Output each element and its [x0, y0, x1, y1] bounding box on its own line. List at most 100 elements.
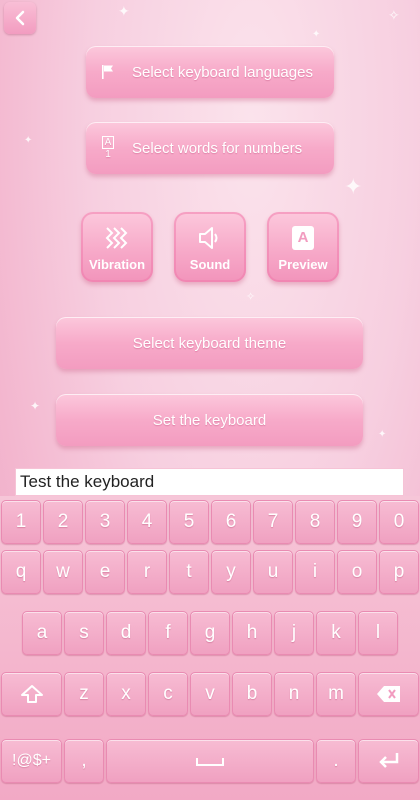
key-s[interactable]: s [64, 611, 104, 655]
key-d-label: d [120, 622, 132, 643]
space-key[interactable] [106, 739, 314, 783]
key-7[interactable]: 7 [253, 500, 293, 544]
key-u[interactable]: u [253, 550, 293, 594]
key-p[interactable]: p [379, 550, 419, 594]
key-a-label: a [36, 622, 48, 643]
key-8[interactable]: 8 [295, 500, 335, 544]
key-i[interactable]: i [295, 550, 335, 594]
key-b-label: b [246, 683, 258, 704]
key-m-label: m [328, 683, 344, 704]
key-6[interactable]: 6 [211, 500, 251, 544]
key-5[interactable]: 5 [169, 500, 209, 544]
key-x-label: x [121, 683, 131, 704]
preview-button[interactable]: A Preview [267, 212, 339, 282]
keyboard: 1 2 3 4 5 6 7 8 9 0 q w e r t y u i o p a s d f g h j k l z x c v b n m !@$+… [0, 496, 420, 800]
key-k-label: k [331, 622, 341, 643]
speaker-icon [196, 223, 224, 253]
sparkle-decoration: ✦ [312, 29, 321, 40]
key-t[interactable]: t [169, 550, 209, 594]
key-y-label: y [226, 561, 236, 582]
key-t-label: t [186, 561, 192, 582]
select-languages-button[interactable]: Select keyboard languages [86, 46, 334, 98]
key-x[interactable]: x [106, 672, 146, 716]
key-n[interactable]: n [274, 672, 314, 716]
key-z[interactable]: z [64, 672, 104, 716]
select-theme-label: Select keyboard theme [132, 334, 287, 352]
key-h-label: h [246, 622, 258, 643]
key-8-label: 8 [309, 511, 321, 532]
enter-icon [377, 751, 401, 771]
sparkle-decoration: ✦ [378, 429, 387, 440]
back-button[interactable] [4, 2, 36, 34]
key-d[interactable]: d [106, 611, 146, 655]
enter-key[interactable] [358, 739, 419, 783]
key-0[interactable]: 0 [379, 500, 419, 544]
sparkle-decoration: ✦ [118, 3, 130, 19]
a1-icon: A 1 [98, 136, 118, 160]
vibration-label: Vibration [88, 256, 146, 272]
sound-label: Sound [189, 256, 231, 272]
key-j-label: j [291, 622, 297, 643]
key-o-label: o [351, 561, 363, 582]
key-6-label: 6 [225, 511, 237, 532]
select-theme-button[interactable]: Select keyboard theme [56, 317, 363, 369]
key-s-label: s [79, 622, 89, 643]
select-number-words-button[interactable]: A 1 Select words for numbers [86, 122, 334, 174]
key-j[interactable]: j [274, 611, 314, 655]
key-b[interactable]: b [232, 672, 272, 716]
key-o[interactable]: o [337, 550, 377, 594]
flag-icon [98, 64, 118, 80]
key-u-label: u [267, 561, 279, 582]
key-5-label: 5 [183, 511, 195, 532]
key-4-label: 4 [141, 511, 153, 532]
key-v-label: v [205, 683, 215, 704]
key-3-label: 3 [99, 511, 111, 532]
key-m[interactable]: m [316, 672, 356, 716]
key-c[interactable]: c [148, 672, 188, 716]
key-g[interactable]: g [190, 611, 230, 655]
set-keyboard-button[interactable]: Set the keyboard [56, 394, 363, 446]
period-key[interactable]: . [316, 739, 356, 783]
symbols-key-label: !@$+ [12, 752, 51, 769]
sparkle-decoration: ✧ [246, 291, 256, 303]
key-i-label: i [312, 561, 318, 582]
test-keyboard-input[interactable] [15, 468, 404, 496]
key-e-label: e [99, 561, 111, 582]
comma-key[interactable]: , [64, 739, 104, 783]
sound-button[interactable]: Sound [174, 212, 246, 282]
sparkle-decoration: ✦ [24, 135, 33, 146]
key-n-label: n [288, 683, 300, 704]
key-h[interactable]: h [232, 611, 272, 655]
key-2-label: 2 [57, 511, 69, 532]
shift-key[interactable] [1, 672, 62, 716]
key-9-label: 9 [351, 511, 363, 532]
backspace-icon [376, 685, 402, 703]
key-l[interactable]: l [358, 611, 398, 655]
key-f[interactable]: f [148, 611, 188, 655]
key-2[interactable]: 2 [43, 500, 83, 544]
preview-icon-letter: A [297, 229, 309, 246]
key-9[interactable]: 9 [337, 500, 377, 544]
key-a[interactable]: a [22, 611, 62, 655]
key-r[interactable]: r [127, 550, 167, 594]
symbols-key[interactable]: !@$+ [1, 739, 62, 783]
key-p-label: p [393, 561, 405, 582]
key-y[interactable]: y [211, 550, 251, 594]
period-key-label: . [333, 750, 339, 771]
sparkle-decoration: ✧ [388, 7, 400, 23]
select-languages-label: Select keyboard languages [132, 63, 313, 81]
key-k[interactable]: k [316, 611, 356, 655]
backspace-key[interactable] [358, 672, 419, 716]
key-1-label: 1 [15, 511, 27, 532]
key-1[interactable]: 1 [1, 500, 41, 544]
key-g-label: g [204, 622, 216, 643]
key-3[interactable]: 3 [85, 500, 125, 544]
key-e[interactable]: e [85, 550, 125, 594]
key-w[interactable]: w [43, 550, 83, 594]
space-icon [195, 754, 225, 768]
key-v[interactable]: v [190, 672, 230, 716]
sparkle-decoration: ✦ [30, 399, 41, 413]
key-4[interactable]: 4 [127, 500, 167, 544]
key-q[interactable]: q [1, 550, 41, 594]
vibration-button[interactable]: Vibration [81, 212, 153, 282]
